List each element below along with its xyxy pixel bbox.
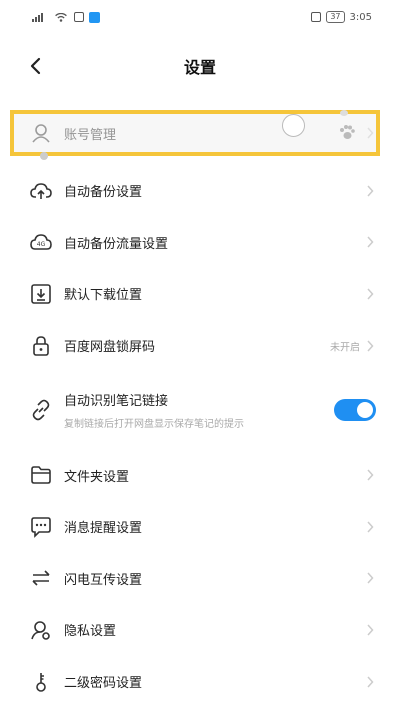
- back-icon[interactable]: [24, 54, 48, 78]
- settings-item-subtitle: 复制链接后打开网盘显示保存笔记的提示: [64, 419, 244, 431]
- settings-item-label: 账号管理: [64, 127, 117, 143]
- settings-item-label: 文件夹设置: [64, 469, 130, 485]
- chevron-right-icon: [367, 521, 374, 533]
- settings-item-folder[interactable]: 文件夹设置: [10, 449, 390, 501]
- privacy-icon: [31, 621, 50, 640]
- settings-item-label: 闪电互传设置: [64, 572, 143, 588]
- settings-item-note-link: 自动识别笔记链接 复制链接后打开网盘显示保存笔记的提示: [10, 371, 390, 449]
- app-notification-icon: [89, 11, 100, 23]
- chevron-right-icon: [367, 676, 374, 688]
- vibrate-icon: [311, 12, 322, 22]
- page-title: 设置: [183, 58, 216, 77]
- settings-item-label: 二级密码设置: [64, 676, 143, 692]
- cloud-upload-icon: [30, 182, 52, 199]
- settings-item-label: 百度网盘锁屏码: [64, 340, 156, 356]
- settings-item-backup-data[interactable]: 4G 自动备份流量设置: [10, 217, 390, 269]
- settings-item-auto-backup[interactable]: 自动备份设置: [10, 165, 390, 217]
- settings-item-label: 自动备份流量设置: [64, 236, 169, 252]
- page-header: 设置: [0, 44, 400, 88]
- status-time: 3:05: [349, 11, 372, 23]
- message-icon: [31, 516, 51, 538]
- settings-item-account[interactable]: 账号管理: [10, 109, 390, 157]
- transfer-icon: [32, 570, 50, 586]
- lock-code-state: 未开启: [330, 342, 360, 354]
- settings-item-privacy[interactable]: 隐私设置: [10, 604, 390, 656]
- paw-icon: [340, 125, 355, 139]
- toggle-knob: [357, 402, 373, 419]
- touch-indicator: [282, 114, 305, 137]
- chevron-right-icon: [367, 340, 374, 352]
- settings-list: 账号管理 自动备份设置 4G 自动备份流量设置 默认下载位置 百度网盘锁屏码 未…: [10, 109, 390, 707]
- cloud-data-icon: 4G: [30, 234, 52, 251]
- chevron-right-icon: [367, 127, 374, 139]
- download-icon: [31, 284, 51, 304]
- folder-icon: [31, 466, 51, 484]
- settings-item-label: 隐私设置: [64, 624, 117, 640]
- settings-item-download-location[interactable]: 默认下载位置: [10, 268, 390, 320]
- status-bar: 37 3:05: [0, 0, 400, 34]
- settings-item-label: 自动备份设置: [64, 185, 143, 201]
- notification-icon: [74, 12, 84, 22]
- chevron-right-icon: [367, 572, 374, 584]
- settings-item-label: 自动识别笔记链接: [64, 394, 169, 410]
- signal-icon: [32, 12, 43, 22]
- key-icon: [36, 672, 46, 692]
- chevron-right-icon: [367, 236, 374, 248]
- svg-text:4G: 4G: [37, 241, 46, 248]
- chevron-right-icon: [367, 469, 374, 481]
- decorative-dot: [340, 110, 348, 116]
- battery-icon: 37: [326, 11, 345, 23]
- user-icon: [32, 124, 50, 143]
- chevron-right-icon: [367, 288, 374, 300]
- settings-item-label: 消息提醒设置: [64, 521, 143, 537]
- settings-item-message[interactable]: 消息提醒设置: [10, 501, 390, 553]
- settings-item-label: 默认下载位置: [64, 288, 143, 304]
- chevron-right-icon: [367, 185, 374, 197]
- note-link-toggle[interactable]: [334, 399, 376, 422]
- settings-item-secondary-password[interactable]: 二级密码设置: [10, 656, 390, 708]
- chevron-right-icon: [367, 624, 374, 636]
- settings-item-lock-code[interactable]: 百度网盘锁屏码 未开启: [10, 320, 390, 372]
- settings-item-transfer[interactable]: 闪电互传设置: [10, 553, 390, 605]
- lock-icon: [33, 335, 49, 356]
- decorative-dot: [40, 152, 48, 160]
- wifi-icon: [55, 12, 67, 22]
- link-icon: [32, 400, 50, 421]
